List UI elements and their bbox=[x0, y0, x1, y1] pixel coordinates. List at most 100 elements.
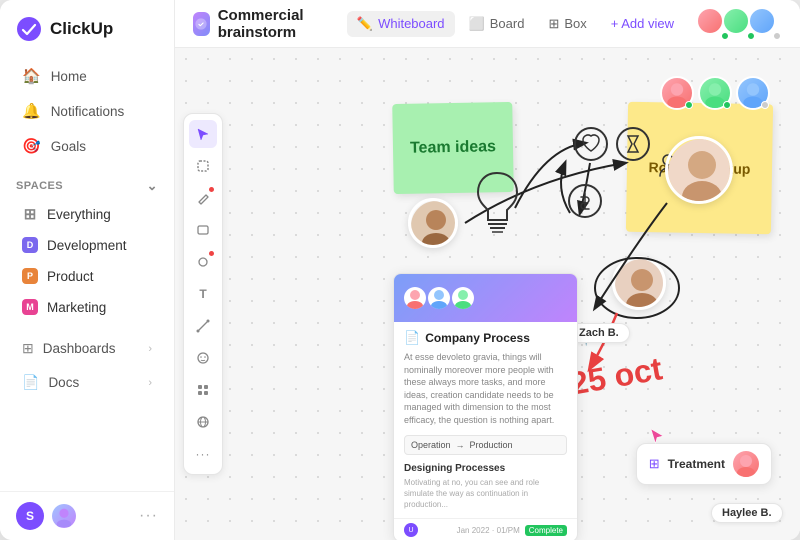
zach-label-text: Zach B. bbox=[579, 327, 619, 339]
dollar-icon-drawing bbox=[567, 183, 603, 224]
sidebar-item-development[interactable]: D Development bbox=[6, 230, 168, 260]
collaborator-avatar-1 bbox=[696, 7, 724, 35]
canvas-avatars bbox=[660, 76, 770, 110]
logo[interactable]: ClickUp bbox=[0, 0, 174, 54]
person-photo-small bbox=[612, 256, 666, 310]
sidebar-item-product[interactable]: P Product bbox=[6, 261, 168, 291]
docs-label: Docs bbox=[48, 375, 79, 390]
view-tabs: ✏️ Whiteboard ⬜ Board ⊞ Box + Add view bbox=[347, 11, 684, 37]
docs-icon: 📄 bbox=[22, 374, 39, 391]
banner-avatar-2 bbox=[428, 287, 450, 309]
toolbar-more[interactable]: ··· bbox=[189, 440, 217, 468]
process-card-title: Company Process bbox=[425, 331, 530, 345]
goals-label: Goals bbox=[51, 139, 86, 154]
process-card-subdesc: Motivating at no, you can see and role s… bbox=[404, 477, 567, 511]
canvas-avatar-status-1 bbox=[685, 101, 693, 109]
toolbar-connector[interactable] bbox=[189, 312, 217, 340]
toolbar-text[interactable]: T bbox=[189, 280, 217, 308]
canvas-avatar-status-2 bbox=[723, 101, 731, 109]
dashboards-chevron: › bbox=[148, 343, 152, 355]
toolbar-emoji[interactable] bbox=[189, 344, 217, 372]
canvas-toolbar: T ··· bbox=[183, 113, 223, 475]
toolbar-rect[interactable] bbox=[189, 216, 217, 244]
docs-chevron: › bbox=[148, 377, 152, 389]
product-label: Product bbox=[47, 269, 94, 284]
toolbar-globe[interactable] bbox=[189, 408, 217, 436]
notifications-label: Notifications bbox=[51, 104, 125, 119]
sidebar-nav: 🏠 Home 🔔 Notifications 🎯 Goals bbox=[0, 54, 174, 168]
whiteboard-tab-label: Whiteboard bbox=[378, 16, 444, 31]
whiteboard-canvas[interactable]: T ··· Team ideas bbox=[175, 48, 800, 540]
spaces-collapse-icon[interactable]: ⌄ bbox=[147, 178, 158, 194]
sticky-green-text: Team ideas bbox=[410, 138, 496, 157]
tab-board[interactable]: ⬜ Board bbox=[459, 11, 535, 37]
main-content: Commercial brainstorm ✏️ Whiteboard ⬜ Bo… bbox=[175, 0, 800, 540]
tab-whiteboard[interactable]: ✏️ Whiteboard bbox=[347, 11, 455, 37]
marketing-icon: M bbox=[22, 299, 38, 315]
canvas-avatar-status-3 bbox=[761, 101, 769, 109]
user-photo bbox=[52, 504, 76, 528]
footer-user-avatar: U bbox=[404, 523, 418, 537]
sidebar-item-dashboards[interactable]: ⊞ Dashboards › bbox=[6, 332, 168, 365]
name-label-haylee: Haylee B. bbox=[711, 503, 783, 523]
collaborator-avatar-2 bbox=[722, 7, 750, 35]
cursor-icon bbox=[649, 427, 665, 450]
app-container: ClickUp 🏠 Home 🔔 Notifications 🎯 Goals S… bbox=[0, 0, 800, 540]
heart-icon-drawing bbox=[573, 126, 609, 167]
dashboards-icon: ⊞ bbox=[22, 340, 34, 357]
box-tab-label: Box bbox=[564, 16, 586, 31]
process-card-section: Designing Processes bbox=[404, 463, 567, 474]
board-tab-label: Board bbox=[490, 16, 525, 31]
footer-more-icon[interactable]: ··· bbox=[139, 507, 158, 525]
spaces-list: ⊞ Everything D Development P Product M M… bbox=[0, 198, 174, 323]
process-card-doc-icon: 📄 bbox=[404, 330, 420, 346]
process-card-banner bbox=[394, 274, 577, 322]
toolbar-cursor[interactable] bbox=[189, 120, 217, 148]
footer-complete-badge: Complete bbox=[525, 525, 567, 536]
haylee-label-text: Haylee B. bbox=[722, 507, 772, 519]
tab-box[interactable]: ⊞ Box bbox=[538, 11, 596, 37]
everything-label: Everything bbox=[47, 207, 111, 222]
banner-avatar-3 bbox=[452, 287, 474, 309]
sidebar-item-docs[interactable]: 📄 Docs › bbox=[6, 366, 168, 399]
sidebar-item-marketing[interactable]: M Marketing bbox=[6, 292, 168, 322]
flow-arrow-icon: → bbox=[456, 440, 465, 450]
everything-icon: ⊞ bbox=[22, 206, 38, 222]
sidebar-item-home[interactable]: 🏠 Home bbox=[6, 59, 168, 93]
toolbar-pen[interactable] bbox=[189, 184, 217, 212]
footer-date: Jan 2022 · 01/PM bbox=[457, 526, 520, 535]
person-photo-main bbox=[665, 136, 733, 204]
title-icon bbox=[193, 12, 210, 36]
banner-avatars bbox=[404, 287, 474, 309]
hourglass-icon-drawing bbox=[615, 126, 651, 167]
box-tab-icon: ⊞ bbox=[548, 16, 559, 32]
sidebar-bottom-section: ⊞ Dashboards › 📄 Docs › bbox=[0, 327, 174, 404]
treatment-avatar bbox=[733, 451, 759, 477]
goals-icon: 🎯 bbox=[22, 137, 41, 155]
sidebar-item-notifications[interactable]: 🔔 Notifications bbox=[6, 94, 168, 128]
collaborator-avatar-3 bbox=[748, 7, 776, 35]
marketing-label: Marketing bbox=[47, 300, 106, 315]
sidebar-item-everything[interactable]: ⊞ Everything bbox=[6, 199, 168, 229]
process-card[interactable]: 📄 Company Process At esse devoleto gravi… bbox=[393, 273, 578, 540]
title-area: Commercial brainstorm bbox=[193, 7, 335, 41]
development-label: Development bbox=[47, 238, 127, 253]
shapes-dot bbox=[209, 251, 214, 256]
user-avatar[interactable]: S bbox=[16, 502, 44, 530]
treatment-label: Treatment bbox=[668, 457, 725, 471]
flow-from: Operation bbox=[411, 440, 451, 450]
toolbar-template[interactable] bbox=[189, 376, 217, 404]
toolbar-select[interactable] bbox=[189, 152, 217, 180]
process-card-body: 📄 Company Process At esse devoleto gravi… bbox=[394, 322, 577, 518]
process-card-footer: U Jan 2022 · 01/PM Complete bbox=[394, 518, 577, 540]
whiteboard-tab-icon: ✏️ bbox=[357, 16, 373, 32]
page-title: Commercial brainstorm bbox=[218, 7, 335, 41]
toolbar-shapes[interactable] bbox=[189, 248, 217, 276]
sidebar-item-goals[interactable]: 🎯 Goals bbox=[6, 129, 168, 163]
add-view-button[interactable]: + Add view bbox=[601, 11, 684, 36]
sidebar-footer: S ··· bbox=[0, 491, 174, 540]
top-bar: Commercial brainstorm ✏️ Whiteboard ⬜ Bo… bbox=[175, 0, 800, 48]
lightbulb-drawing bbox=[470, 168, 525, 243]
add-view-label: + Add view bbox=[611, 16, 674, 31]
dashboards-label: Dashboards bbox=[43, 341, 116, 356]
